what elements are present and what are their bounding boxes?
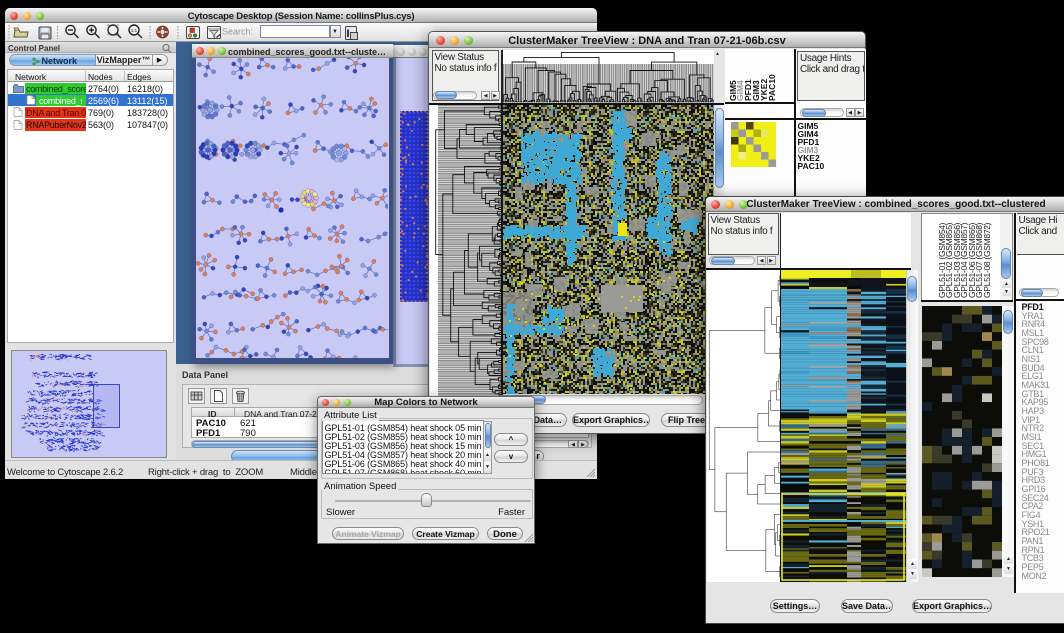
svg-text:Search:: Search: <box>222 27 253 37</box>
svg-text:1:1: 1:1 <box>131 28 138 33</box>
